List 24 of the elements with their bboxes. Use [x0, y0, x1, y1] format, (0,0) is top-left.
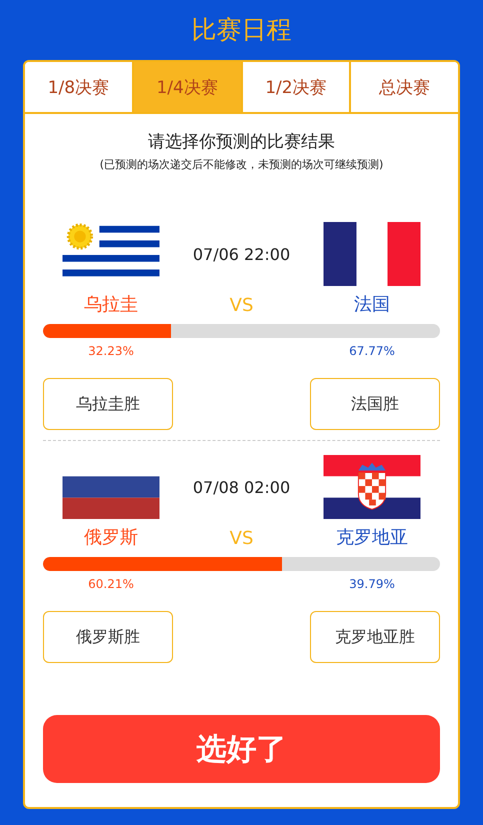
percent-label: 39.79%	[349, 577, 395, 591]
pick-button[interactable]: 法国胜	[310, 378, 440, 430]
prompt-note: (已预测的场次递交后不能修改，未预测的场次可继续预测)	[98, 157, 384, 172]
team-name: 克罗地亚	[336, 526, 408, 549]
team-name: 法国	[354, 293, 390, 316]
tab[interactable]: 1/8决赛	[25, 62, 134, 112]
match-time: 07/08 02:00	[192, 478, 290, 496]
submit-button[interactable]: 选好了	[43, 715, 440, 783]
flag-icon	[323, 455, 421, 519]
percent-label: 67.77%	[349, 344, 395, 358]
flag-icon	[323, 222, 421, 286]
page-title: 比赛日程	[192, 14, 292, 46]
pick-button[interactable]: 俄罗斯胜	[43, 611, 173, 663]
match-time: 07/06 22:00	[192, 244, 290, 264]
percent-label: 60.21%	[88, 577, 134, 591]
vs-label: VS	[230, 528, 254, 548]
team-name: 乌拉圭	[84, 293, 138, 316]
percent-label: 32.23%	[88, 344, 134, 358]
pick-button[interactable]: 乌拉圭胜	[43, 378, 173, 430]
team-name: 俄罗斯	[84, 526, 138, 549]
tab[interactable]: 1/4决赛	[134, 62, 242, 112]
pick-button[interactable]: 克罗地亚胜	[310, 611, 440, 663]
vs-label: VS	[230, 294, 254, 316]
prompt-heading: 请选择你预测的比赛结果	[147, 131, 336, 153]
